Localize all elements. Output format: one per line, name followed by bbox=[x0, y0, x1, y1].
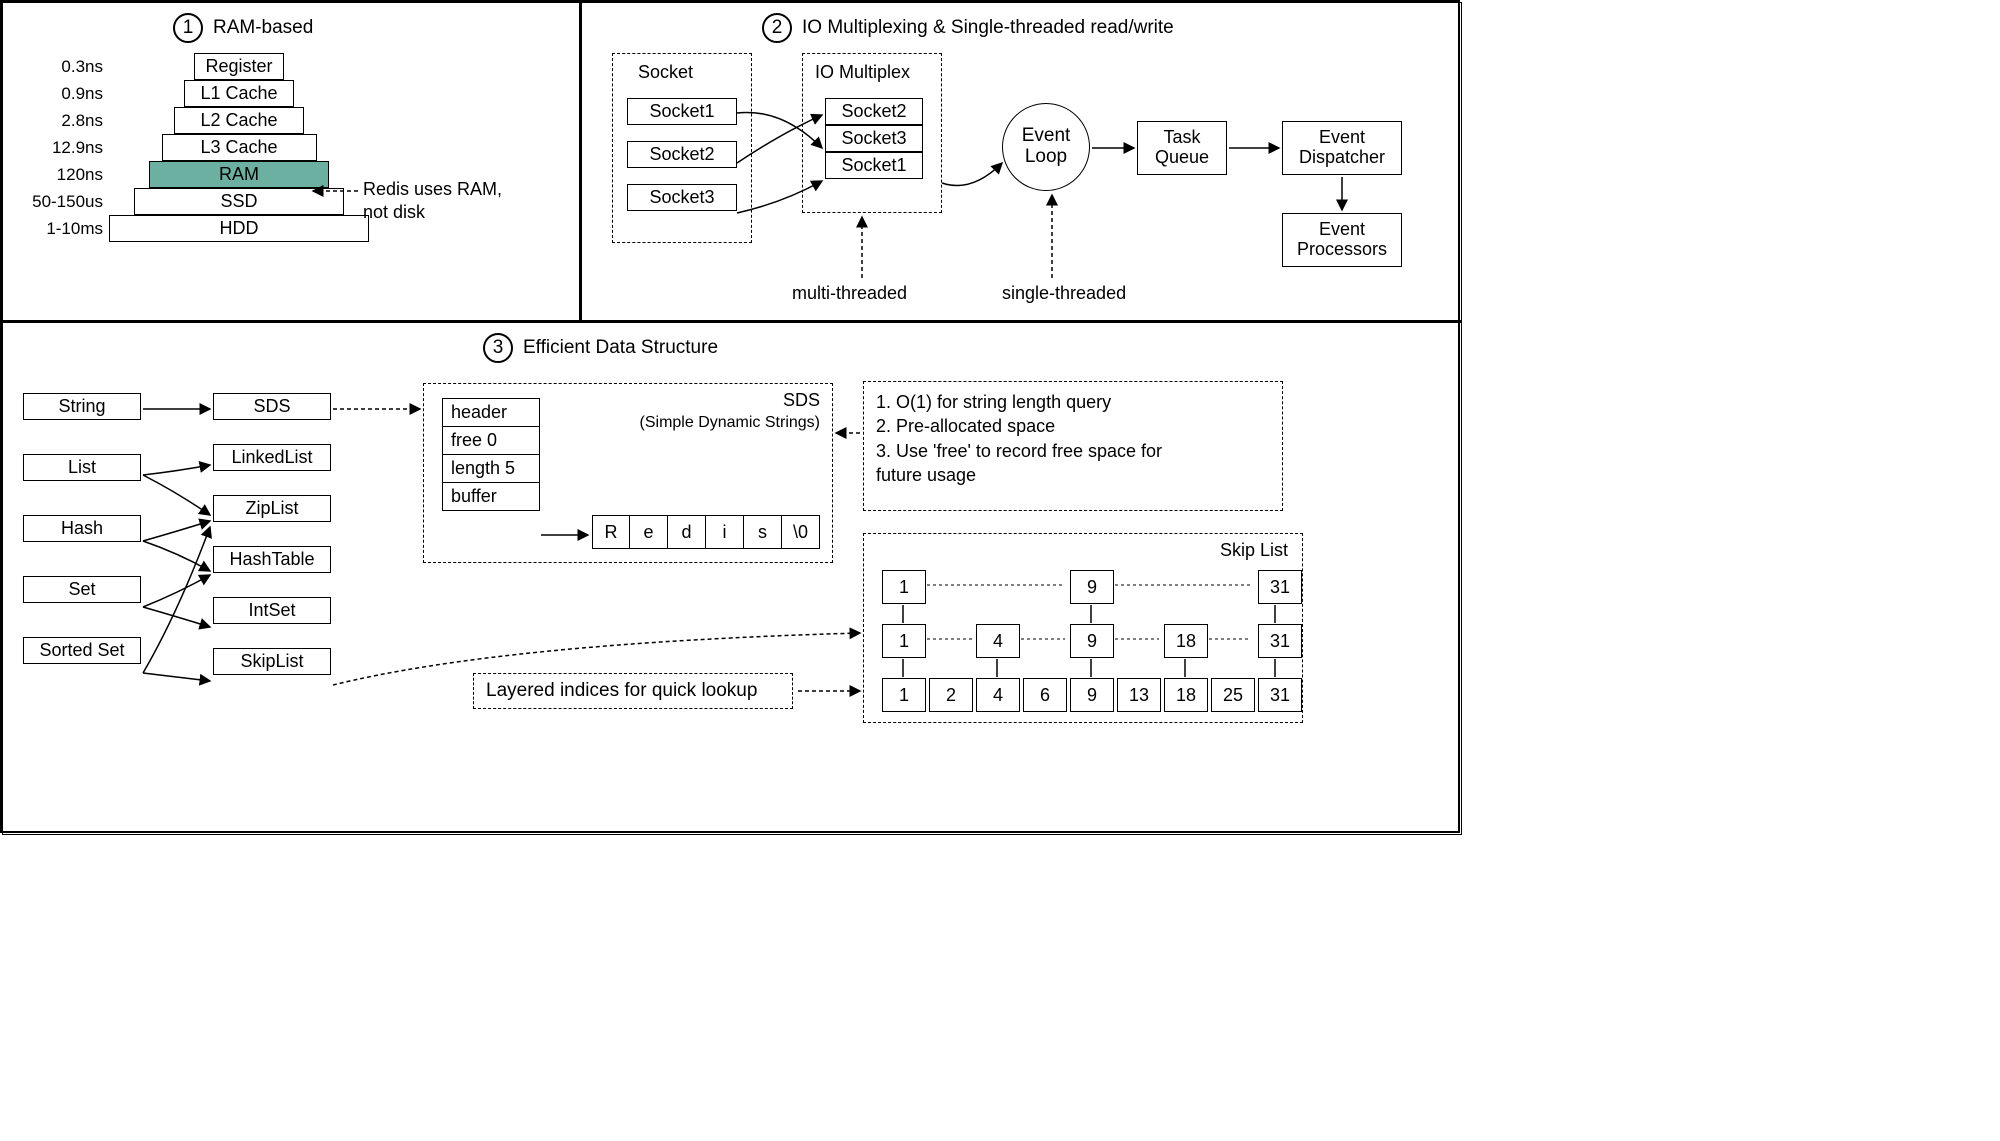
skiplist-node: 13 bbox=[1117, 678, 1161, 712]
sds-notes: 1. O(1) for string length query 2. Pre-a… bbox=[863, 381, 1283, 511]
mux-box: Socket3 bbox=[825, 125, 923, 152]
redis-type: String bbox=[23, 393, 141, 420]
pyramid-layer: SSD bbox=[134, 188, 344, 215]
sds-field: length 5 bbox=[442, 455, 540, 483]
event-loop: Event Loop bbox=[1002, 103, 1090, 191]
panel2-title-row: 2 IO Multiplexing & Single-threaded read… bbox=[762, 13, 1174, 43]
redis-type: List bbox=[23, 454, 141, 481]
socket-group: Socket Socket1 Socket2 Socket3 bbox=[612, 53, 752, 243]
panel2-number-icon: 2 bbox=[762, 13, 792, 43]
pyramid-layer: HDD bbox=[109, 215, 369, 242]
redis-impl: HashTable bbox=[213, 546, 331, 573]
single-threaded-label: single-threaded bbox=[1002, 283, 1126, 304]
pyramid-time-label: 0.9ns bbox=[13, 84, 103, 104]
skiplist-node: 4 bbox=[976, 624, 1020, 658]
iomux-group: IO Multiplex Socket2Socket3Socket1 bbox=[802, 53, 942, 213]
task-queue: Task Queue bbox=[1137, 121, 1227, 175]
buffer-char: s bbox=[744, 515, 782, 549]
pyramid-layer: L2 Cache bbox=[174, 107, 304, 134]
memory-pyramid: 0.3ns Register 0.9ns L1 Cache 2.8ns L2 Cache 1… bbox=[13, 53, 369, 242]
buffer-char: \0 bbox=[782, 515, 820, 549]
skiplist-node: 31 bbox=[1258, 624, 1302, 658]
mux-box: Socket2 bbox=[825, 98, 923, 125]
iomux-group-title: IO Multiplex bbox=[815, 62, 910, 83]
multi-threaded-label: multi-threaded bbox=[792, 283, 907, 304]
sds-field: free 0 bbox=[442, 427, 540, 455]
layered-note: Layered indices for quick lookup bbox=[473, 673, 793, 709]
panel1-title-row: 1 RAM-based bbox=[173, 13, 313, 43]
buffer-char: i bbox=[706, 515, 744, 549]
skiplist-node: 6 bbox=[1023, 678, 1067, 712]
skiplist-node: 25 bbox=[1211, 678, 1255, 712]
panel-io-multiplexing: 2 IO Multiplexing & Single-threaded read… bbox=[581, 2, 1462, 322]
sds-label: SDS (Simple Dynamic Strings) bbox=[640, 390, 820, 432]
event-processors: Event Processors bbox=[1282, 213, 1402, 267]
pyramid-time-label: 50-150us bbox=[13, 192, 103, 212]
skiplist-node: 31 bbox=[1258, 570, 1302, 604]
buffer-char: d bbox=[668, 515, 706, 549]
redis-impl: SkipList bbox=[213, 648, 331, 675]
ram-callout: Redis uses RAM, not disk bbox=[363, 178, 502, 225]
redis-types-column: String List Hash Set Sorted Set bbox=[23, 393, 141, 698]
skiplist-title: Skip List bbox=[1220, 540, 1288, 561]
sds-buffer: Redis\0 bbox=[592, 515, 820, 549]
pyramid-time-label: 2.8ns bbox=[13, 111, 103, 131]
redis-impls-column: SDS LinkedList ZipList HashTable IntSet SkipL… bbox=[213, 393, 331, 699]
socket-box: Socket2 bbox=[627, 141, 737, 168]
pyramid-layer: L1 Cache bbox=[184, 80, 294, 107]
panel3-number-icon: 3 bbox=[483, 333, 513, 363]
skiplist-node: 9 bbox=[1070, 624, 1114, 658]
panel-data-structures: 3 Efficient Data Structure String List Has… bbox=[2, 322, 1462, 835]
socket-group-title: Socket bbox=[638, 62, 693, 83]
redis-impl: IntSet bbox=[213, 597, 331, 624]
diagram-container: 1 RAM-based 0.3ns Register 0.9ns L1 Cache 2.… bbox=[0, 0, 1460, 833]
redis-type: Set bbox=[23, 576, 141, 603]
skiplist-node: 4 bbox=[976, 678, 1020, 712]
pyramid-time-label: 12.9ns bbox=[13, 138, 103, 158]
panel1-title: RAM-based bbox=[213, 17, 313, 39]
redis-type: Hash bbox=[23, 515, 141, 542]
skiplist-node: 2 bbox=[929, 678, 973, 712]
pyramid-layer: L3 Cache bbox=[162, 134, 317, 161]
skiplist-node: 31 bbox=[1258, 678, 1302, 712]
redis-impl: ZipList bbox=[213, 495, 331, 522]
event-dispatcher: Event Dispatcher bbox=[1282, 121, 1402, 175]
buffer-char: e bbox=[630, 515, 668, 549]
pyramid-time-label: 120ns bbox=[13, 165, 103, 185]
redis-impl: LinkedList bbox=[213, 444, 331, 471]
skiplist-node: 9 bbox=[1070, 570, 1114, 604]
socket-box: Socket3 bbox=[627, 184, 737, 211]
pyramid-time-label: 0.3ns bbox=[13, 57, 103, 77]
skiplist-detail: Skip List 1931 1491831 1246913182531 bbox=[863, 533, 1303, 723]
skiplist-node: 18 bbox=[1164, 678, 1208, 712]
sds-struct: headerfree 0length 5buffer bbox=[442, 398, 540, 511]
panel-ram-based: 1 RAM-based 0.3ns Register 0.9ns L1 Cache 2.… bbox=[2, 2, 581, 322]
redis-impl: SDS bbox=[213, 393, 331, 420]
pyramid-time-label: 1-10ms bbox=[13, 219, 103, 239]
sds-field: header bbox=[442, 398, 540, 427]
panel2-title: IO Multiplexing & Single-threaded read/w… bbox=[802, 17, 1174, 39]
pyramid-layer: RAM bbox=[149, 161, 329, 188]
pyramid-layer: Register bbox=[194, 53, 284, 80]
skiplist-node: 1 bbox=[882, 624, 926, 658]
skiplist-node: 9 bbox=[1070, 678, 1114, 712]
panel3-title-row: 3 Efficient Data Structure bbox=[483, 333, 718, 363]
sds-field: buffer bbox=[442, 483, 540, 511]
sds-detail: SDS (Simple Dynamic Strings) headerfree … bbox=[423, 383, 833, 563]
skiplist-node: 1 bbox=[882, 678, 926, 712]
socket-box: Socket1 bbox=[627, 98, 737, 125]
redis-type: Sorted Set bbox=[23, 637, 141, 664]
skiplist-node: 18 bbox=[1164, 624, 1208, 658]
buffer-char: R bbox=[592, 515, 630, 549]
skiplist-node: 1 bbox=[882, 570, 926, 604]
mux-box: Socket1 bbox=[825, 152, 923, 179]
panel3-title: Efficient Data Structure bbox=[523, 337, 718, 359]
panel1-number-icon: 1 bbox=[173, 13, 203, 43]
